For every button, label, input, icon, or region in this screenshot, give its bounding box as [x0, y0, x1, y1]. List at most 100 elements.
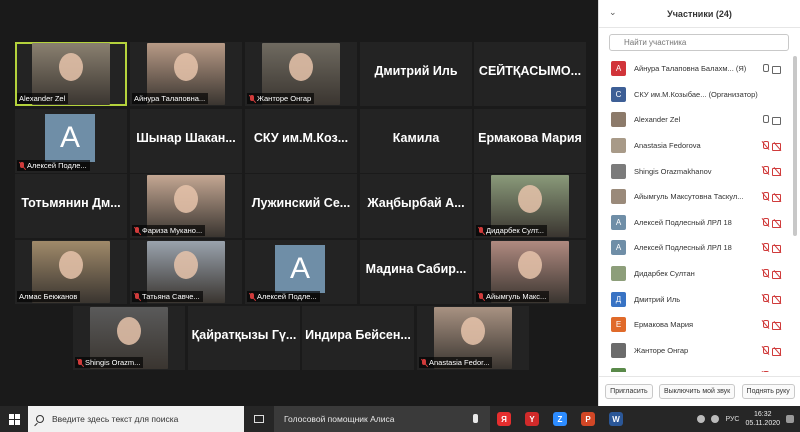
video-tile[interactable]: Татьяна Савче...	[130, 240, 242, 304]
video-tile[interactable]: Лужинский Се...	[245, 174, 357, 238]
participant-status-icons	[762, 371, 783, 372]
clock[interactable]: 16:32 05.11.2020	[745, 410, 780, 428]
video-tile[interactable]: Жанторе Онгар	[245, 42, 357, 106]
participant-row[interactable]	[599, 363, 791, 372]
video-tile[interactable]: Дмитрий Иль	[360, 42, 472, 106]
tile-name-text: Алексей Подле...	[257, 292, 317, 301]
participant-row[interactable]: А Айнура Талаповна Балахм... (Я)	[599, 56, 791, 82]
app-glyph: W	[609, 412, 623, 426]
participant-row[interactable]: А Алексей Подлесный ЛРЛ 18	[599, 210, 791, 236]
video-tile[interactable]: Айымгуль Макс...	[474, 240, 586, 304]
search-icon	[36, 415, 44, 423]
video-tile[interactable]: Индира Бейсен...	[302, 306, 414, 370]
video-tile[interactable]: A Алексей Подле...	[15, 109, 127, 173]
microphone-muted-icon[interactable]	[762, 217, 769, 227]
task-view-icon[interactable]	[244, 406, 274, 432]
camera-off-icon[interactable]	[772, 142, 783, 151]
video-tile[interactable]: Айнура Талаповна...	[130, 42, 242, 106]
default-avatar: A	[45, 114, 95, 162]
video-tile[interactable]: Дидарбек Султ...	[474, 174, 586, 238]
microphone-icon[interactable]	[762, 64, 769, 73]
camera-off-icon[interactable]	[772, 219, 783, 228]
video-tile[interactable]: СКУ им.М.Коз...	[245, 109, 357, 173]
microphone-muted-icon[interactable]	[762, 371, 769, 372]
video-tile[interactable]: СЕЙТҚАСЫМО...	[474, 42, 586, 106]
participant-search-input[interactable]	[609, 34, 789, 51]
video-tile[interactable]: Қайратқызы Гү...	[188, 306, 300, 370]
microphone-muted-icon[interactable]	[762, 268, 769, 278]
taskbar-app-icon[interactable]: Y	[518, 406, 546, 432]
microphone-muted-icon[interactable]	[762, 345, 769, 355]
taskbar-search-box[interactable]: Введите здесь текст для поиска	[28, 406, 244, 432]
camera-off-icon[interactable]	[772, 295, 783, 305]
tile-name-label: Alexander Zel	[17, 93, 69, 104]
taskbar-app-icon[interactable]: Я	[490, 406, 518, 432]
participant-row[interactable]: С СКУ им.М.Козыбае... (Организатор)	[599, 82, 791, 108]
video-tile[interactable]: Alexander Zel	[15, 42, 127, 106]
camera-off-icon[interactable]	[772, 244, 783, 254]
volume-icon[interactable]	[711, 415, 720, 423]
alice-voice-assistant[interactable]: Голосовой помощник Алиса	[274, 406, 490, 432]
language-indicator[interactable]: РУС	[725, 416, 739, 423]
windows-start-icon[interactable]	[0, 406, 28, 432]
microphone-icon[interactable]	[762, 115, 769, 124]
camera-off-icon[interactable]	[772, 193, 783, 202]
participant-avatar	[611, 266, 626, 282]
mute-me-button[interactable]: Выключить мой звук	[658, 384, 736, 399]
participant-row[interactable]: Д Дмитрий Иль	[599, 286, 791, 312]
participant-row[interactable]: Е Ермакова Мария	[599, 312, 791, 338]
camera-off-icon[interactable]	[772, 270, 783, 279]
participant-avatar: А	[611, 240, 626, 256]
face-silhouette	[289, 53, 313, 81]
camera-off-icon[interactable]	[772, 167, 783, 177]
microphone-muted-icon[interactable]	[762, 191, 769, 201]
invite-button[interactable]: Пригласить	[605, 384, 653, 399]
raise-hand-button[interactable]: Поднять руку	[741, 384, 795, 399]
panel-footer: Пригласить Выключить мой звук Поднять ру…	[599, 376, 800, 406]
notifications-icon[interactable]	[786, 415, 794, 423]
video-tile[interactable]: Тотьмянин Дм...	[15, 174, 127, 238]
microphone-muted-icon[interactable]	[762, 243, 769, 252]
taskbar-app-icon[interactable]: Z	[546, 406, 574, 432]
video-tile[interactable]: Шынар Шакан...	[130, 109, 242, 173]
video-tile[interactable]: Shingis Orazm...	[73, 306, 185, 370]
taskbar-app-icon[interactable]: W	[602, 406, 630, 432]
camera-off-icon[interactable]	[772, 347, 783, 356]
participant-avatar: А	[611, 61, 626, 77]
video-tile[interactable]: Мадина Сабир...	[360, 240, 472, 304]
microphone-muted-icon[interactable]	[762, 166, 769, 175]
participant-row[interactable]: Айымгуль Максутовна Таскул...	[599, 184, 791, 210]
microphone-muted-icon[interactable]	[762, 140, 769, 150]
video-tile[interactable]: Ермакова Мария	[474, 109, 586, 173]
tile-participant-name: СЕЙТҚАСЫМО...	[478, 64, 582, 78]
camera-icon[interactable]	[772, 65, 783, 74]
participant-row[interactable]: А Алексей Подлесный ЛРЛ 18	[599, 235, 791, 261]
microphone-muted-icon[interactable]	[762, 319, 769, 329]
participant-list-scrollbar[interactable]	[793, 56, 797, 236]
video-tile[interactable]: A Алексей Подле...	[245, 240, 357, 304]
participant-row[interactable]: Anastasia Fedorova	[599, 133, 791, 159]
participant-row[interactable]: Жанторе Онгар	[599, 338, 791, 364]
tile-name-label: Фариза Мукано...	[132, 225, 206, 236]
camera-icon[interactable]	[772, 116, 783, 126]
video-tile[interactable]: Жаңбырбай А...	[360, 174, 472, 238]
video-tile[interactable]: Алмас Бекжанов	[15, 240, 127, 304]
camera-off-icon[interactable]	[772, 321, 783, 330]
tile-participant-name: Шынар Шакан...	[136, 131, 236, 145]
face-silhouette	[59, 251, 83, 279]
participant-avatar: А	[611, 214, 626, 230]
participant-status-icons	[762, 268, 783, 279]
video-tile[interactable]: Камила	[360, 109, 472, 173]
participant-status-icons	[762, 217, 783, 228]
participant-row[interactable]: Дидарбек Султан	[599, 261, 791, 287]
network-icon[interactable]	[697, 415, 706, 423]
participant-row[interactable]: Alexander Zel	[599, 107, 791, 133]
video-tile[interactable]: Фариза Мукано...	[130, 174, 242, 238]
panel-header: ⌄ Участники (24)	[599, 0, 800, 28]
tile-participant-name: Ермакова Мария	[478, 131, 582, 145]
participant-row[interactable]: Shingis Orazmakhanov	[599, 158, 791, 184]
microphone-icon[interactable]	[473, 414, 478, 423]
microphone-muted-icon[interactable]	[762, 294, 769, 303]
taskbar-app-icon[interactable]: P	[574, 406, 602, 432]
video-tile[interactable]: Anastasia Fedor...	[417, 306, 529, 370]
